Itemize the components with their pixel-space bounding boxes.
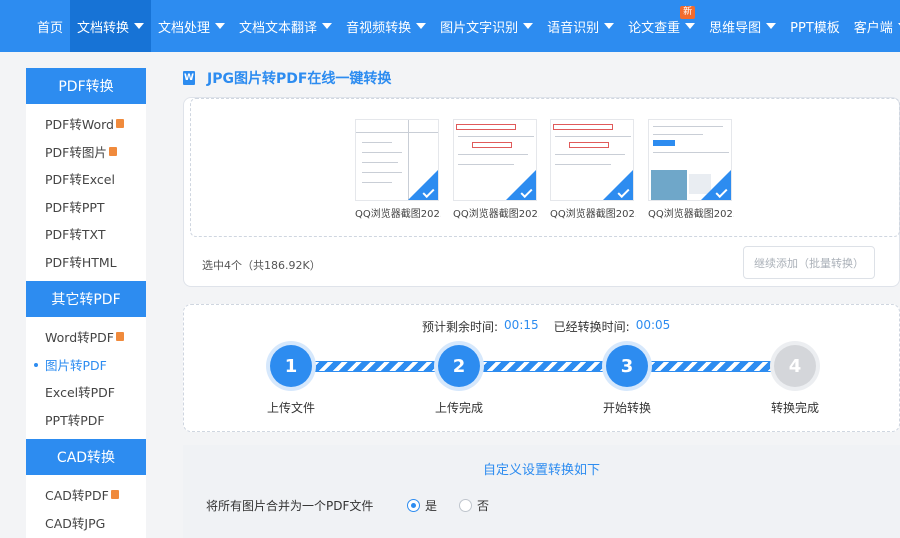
- thumbnail-image: [550, 119, 634, 201]
- chevron-down-icon: [215, 23, 226, 29]
- step-2-circle: 2: [438, 345, 480, 387]
- chevron-down-icon: [604, 23, 615, 29]
- sidebar-item-word-to-pdf[interactable]: Word转PDF: [26, 323, 146, 351]
- chevron-down-icon: [523, 23, 534, 29]
- nav-item-speech[interactable]: 语音识别: [540, 0, 621, 52]
- progress-stripe: [306, 361, 446, 372]
- nav-item-mindmap[interactable]: 思维导图: [702, 0, 783, 52]
- file-name: QQ浏览器截图202...: [355, 209, 441, 220]
- nav-item-client[interactable]: 客户端: [847, 0, 900, 52]
- file-thumbnail[interactable]: QQ浏览器截图202...: [355, 119, 441, 220]
- file-name: QQ浏览器截图202...: [648, 209, 734, 220]
- sidebar-group-to-pdf: 其它转PDF: [26, 281, 146, 317]
- step-4-label: 转换完成: [770, 401, 819, 415]
- nav-item-translate[interactable]: 文档文本翻译: [232, 0, 339, 52]
- sidebar-item-pdf-to-image[interactable]: PDF转图片: [26, 138, 146, 166]
- timing-info: 预计剩余时间: 00:15 已经转换时间: 00:05: [422, 318, 671, 334]
- nav-item-av-convert[interactable]: 音视频转换: [339, 0, 433, 52]
- word-doc-icon: W: [183, 71, 195, 85]
- sidebar-item-excel-to-pdf[interactable]: Excel转PDF: [26, 378, 146, 406]
- sidebar: PDF转换 PDF转Word PDF转图片 PDF转Excel PDF转PPT …: [26, 68, 146, 538]
- nav-item-ocr[interactable]: 图片文字识别: [433, 0, 540, 52]
- nav-item-doc-process[interactable]: 文档处理: [151, 0, 232, 52]
- sidebar-group-pdf-convert: PDF转换: [26, 68, 146, 104]
- merge-yes-radio[interactable]: 是: [407, 497, 437, 514]
- nav-item-home[interactable]: 首页: [30, 0, 70, 52]
- thumbnail-image: [648, 119, 732, 201]
- chevron-down-icon: [766, 23, 777, 29]
- merge-pdf-label: 将所有图片合并为一个PDF文件: [206, 499, 374, 513]
- hot-icon: [115, 332, 124, 342]
- sidebar-item-cad-to-pdf[interactable]: CAD转PDF: [26, 481, 146, 509]
- sidebar-item-pdf-to-ppt[interactable]: PDF转PPT: [26, 193, 146, 221]
- chevron-down-icon: [134, 23, 145, 29]
- file-name: QQ浏览器截图202...: [453, 209, 539, 220]
- thumbnail-image: [355, 119, 439, 201]
- sidebar-group-cad-convert: CAD转换: [26, 439, 146, 475]
- sidebar-item-image-to-pdf[interactable]: 图片转PDF: [26, 351, 146, 379]
- file-name: QQ浏览器截图202...: [550, 209, 636, 220]
- sidebar-item-ppt-to-pdf[interactable]: PPT转PDF: [26, 406, 146, 434]
- radio-unchecked-icon: [459, 499, 472, 512]
- sidebar-item-pdf-to-excel[interactable]: PDF转Excel: [26, 165, 146, 193]
- top-nav: 首页 文档转换 文档处理 文档文本翻译 音视频转换 图片文字识别 语音识别 论文…: [0, 0, 900, 52]
- file-thumbnail[interactable]: QQ浏览器截图202...: [550, 119, 636, 220]
- sidebar-item-pdf-to-txt[interactable]: PDF转TXT: [26, 220, 146, 248]
- remaining-time: 00:15: [504, 318, 539, 332]
- hot-icon: [108, 146, 117, 156]
- progress-stripe: [642, 361, 782, 372]
- merge-no-radio[interactable]: 否: [459, 497, 489, 514]
- sidebar-item-pdf-to-html[interactable]: PDF转HTML: [26, 248, 146, 276]
- checked-icon: [506, 170, 536, 200]
- step-3-label: 开始转换: [602, 401, 651, 415]
- file-drop-area[interactable]: QQ浏览器截图202... QQ浏览器截图202... QQ浏览器截图202..…: [190, 98, 900, 237]
- step-4-circle: 4: [774, 345, 816, 387]
- elapsed-time: 00:05: [635, 318, 671, 332]
- file-thumbnail[interactable]: QQ浏览器截图202...: [453, 119, 539, 220]
- radio-checked-icon: [407, 499, 420, 512]
- checked-icon: [408, 170, 438, 200]
- hot-icon: [115, 119, 124, 129]
- upload-panel: QQ浏览器截图202... QQ浏览器截图202... QQ浏览器截图202..…: [183, 97, 900, 287]
- step-3-circle: 3: [606, 345, 648, 387]
- hot-icon: [110, 490, 119, 500]
- step-2-label: 上传完成: [434, 401, 483, 415]
- nav-item-plagiarism[interactable]: 论文查重新: [621, 0, 702, 52]
- sidebar-item-cad-to-jpg[interactable]: CAD转JPG: [26, 509, 146, 537]
- new-badge: 新: [680, 6, 696, 19]
- step-1-label: 上传文件: [266, 401, 315, 415]
- chevron-down-icon: [685, 23, 696, 29]
- progress-panel: 预计剩余时间: 00:15 已经转换时间: 00:05 1 2 3 4 上传文件…: [183, 304, 900, 432]
- chevron-down-icon: [322, 23, 333, 29]
- nav-item-doc-convert[interactable]: 文档转换: [70, 0, 152, 52]
- file-thumbnail[interactable]: QQ浏览器截图202...: [648, 119, 734, 220]
- nav-item-ppt[interactable]: PPT模板: [783, 0, 847, 52]
- sidebar-item-pdf-to-word[interactable]: PDF转Word: [26, 110, 146, 138]
- page-title: W JPG图片转PDF在线一键转换: [183, 71, 392, 87]
- step-1-circle: 1: [270, 345, 312, 387]
- main-content: W JPG图片转PDF在线一键转换 QQ浏览器截图202... QQ浏览器截图2…: [183, 60, 900, 538]
- settings-panel: 自定义设置转换如下 将所有图片合并为一个PDF文件 是 否: [183, 445, 900, 538]
- progress-stripe: [474, 361, 614, 372]
- checked-icon: [603, 170, 633, 200]
- add-more-button[interactable]: 继续添加（批量转换）: [743, 246, 875, 279]
- selected-files-info: 选中4个（共186.92K）: [202, 259, 321, 272]
- chevron-down-icon: [416, 23, 427, 29]
- thumbnail-image: [453, 119, 537, 201]
- settings-title: 自定义设置转换如下: [482, 463, 600, 478]
- checked-icon: [701, 170, 731, 200]
